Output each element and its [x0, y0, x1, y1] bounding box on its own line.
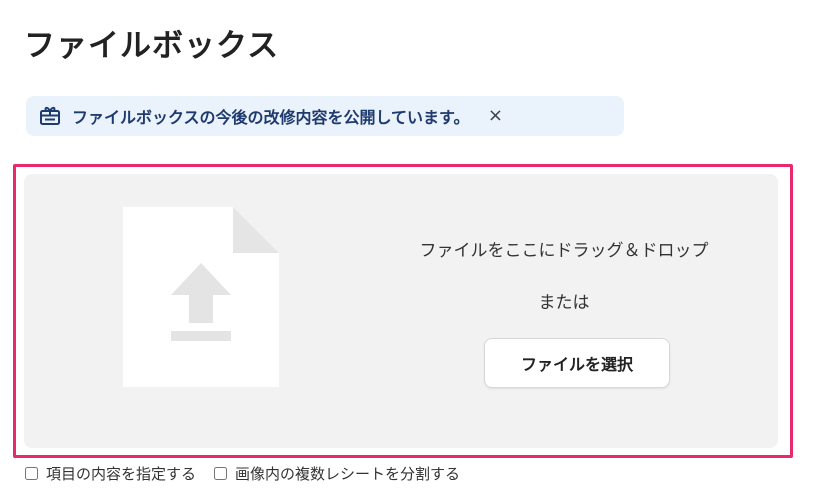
select-file-button[interactable]: ファイルを選択	[484, 338, 670, 388]
option-split-receipts[interactable]: 画像内の複数レシートを分割する	[214, 463, 460, 484]
close-icon[interactable]: ×	[485, 106, 505, 126]
specify-item-content-label: 項目の内容を指定する	[46, 464, 197, 483]
drop-instruction: ファイルをここにドラッグ＆ドロップ	[419, 241, 709, 261]
split-receipts-label: 画像内の複数レシートを分割する	[235, 464, 461, 483]
announcement-banner: ファイルボックスの今後の改修内容を公開しています。 ×	[26, 96, 624, 136]
split-receipts-checkbox[interactable]	[214, 466, 228, 480]
file-upload-icon	[123, 207, 279, 387]
option-specify-item-content[interactable]: 項目の内容を指定する	[25, 463, 196, 484]
specify-item-content-checkbox[interactable]	[25, 466, 38, 480]
page-title: ファイルボックス	[24, 28, 280, 64]
upload-options: 項目の内容を指定する 画像内の複数レシートを分割する	[25, 462, 460, 484]
or-text: または	[538, 293, 590, 313]
announcement-text: ファイルボックスの今後の改修内容を公開しています。	[72, 108, 470, 127]
calendar-gift-icon	[38, 104, 62, 128]
file-dropzone[interactable]: ファイルをここにドラッグ＆ドロップ または ファイルを選択	[24, 174, 778, 448]
